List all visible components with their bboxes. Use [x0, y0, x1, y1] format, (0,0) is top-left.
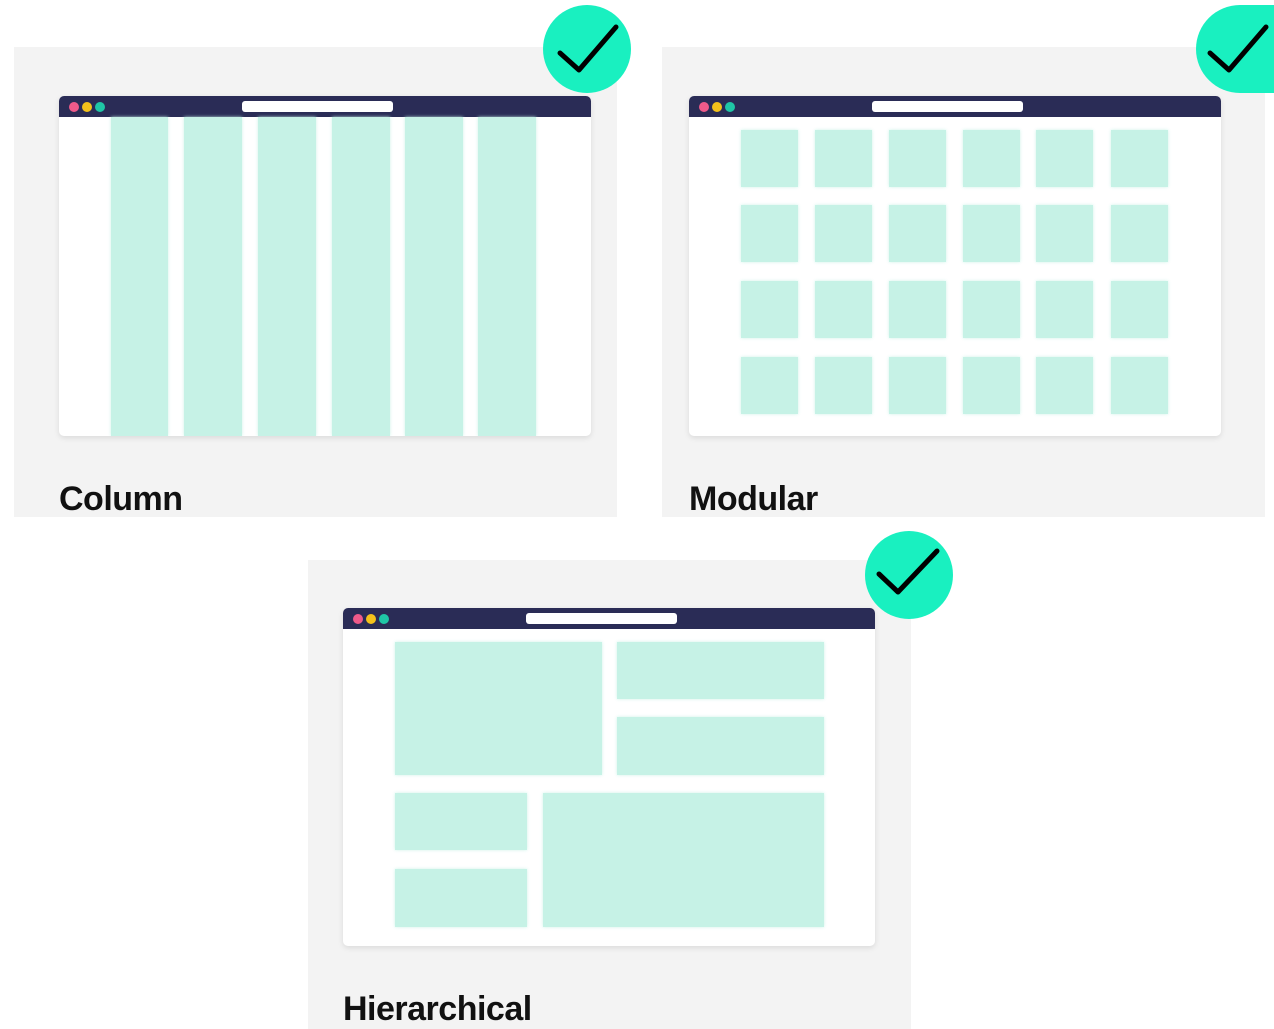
hierarchy-block-large: [543, 793, 824, 927]
grid-column: [184, 117, 242, 436]
browser-mockup-modular: [689, 96, 1221, 436]
hierarchy-block-large: [395, 642, 602, 775]
grid-module: [1036, 205, 1093, 262]
browser-titlebar: [689, 96, 1221, 117]
grid-module: [815, 281, 872, 338]
grid-column: [332, 117, 390, 436]
browser-titlebar: [343, 608, 875, 629]
window-maximize-dot: [725, 102, 735, 112]
grid-module: [815, 205, 872, 262]
grid-module: [889, 205, 946, 262]
grid-column: [405, 117, 463, 436]
grid-module: [963, 205, 1020, 262]
checkmark-icon: [1196, 5, 1274, 93]
browser-mockup-hierarchical: [343, 608, 875, 946]
grid-column: [478, 117, 536, 436]
browser-mockup-column: [59, 96, 591, 436]
browser-titlebar: [59, 96, 591, 117]
window-maximize-dot: [95, 102, 105, 112]
window-close-dot: [353, 614, 363, 624]
hierarchy-block-small: [617, 642, 824, 699]
grid-module: [963, 357, 1020, 414]
address-bar: [872, 101, 1023, 112]
card-modular: Modular: [662, 47, 1265, 518]
grid-module: [963, 281, 1020, 338]
grid-module: [1036, 357, 1093, 414]
grid-module: [815, 357, 872, 414]
window-minimize-dot: [82, 102, 92, 112]
checkmark-icon: [865, 531, 953, 619]
address-bar: [242, 101, 393, 112]
hierarchy-block-small: [617, 717, 824, 775]
grid-module: [889, 357, 946, 414]
grid-module: [741, 130, 798, 187]
grid-module: [1111, 357, 1168, 414]
grid-module: [1036, 130, 1093, 187]
window-close-dot: [69, 102, 79, 112]
grid-column: [111, 117, 168, 436]
grid-module: [1111, 281, 1168, 338]
card-title: Column: [59, 480, 183, 518]
card-title: Modular: [689, 480, 818, 518]
card-title: Hierarchical: [343, 990, 532, 1028]
card-hierarchical: Hierarchical: [308, 560, 911, 1029]
grid-column: [258, 117, 316, 436]
grid-module: [1036, 281, 1093, 338]
grid-module: [741, 281, 798, 338]
grid-module: [1111, 205, 1168, 262]
window-minimize-dot: [366, 614, 376, 624]
window-minimize-dot: [712, 102, 722, 112]
grid-module: [1111, 130, 1168, 187]
grid-module: [741, 205, 798, 262]
grid-module: [741, 357, 798, 414]
grid-module: [889, 281, 946, 338]
window-close-dot: [699, 102, 709, 112]
grid-module: [963, 130, 1020, 187]
window-maximize-dot: [379, 614, 389, 624]
grid-module: [889, 130, 946, 187]
hierarchy-block-small: [395, 869, 527, 927]
grid-module: [815, 130, 872, 187]
hierarchy-block-small: [395, 793, 527, 850]
card-column: Column: [14, 47, 617, 518]
address-bar: [526, 613, 677, 624]
checkmark-icon: [543, 5, 631, 93]
